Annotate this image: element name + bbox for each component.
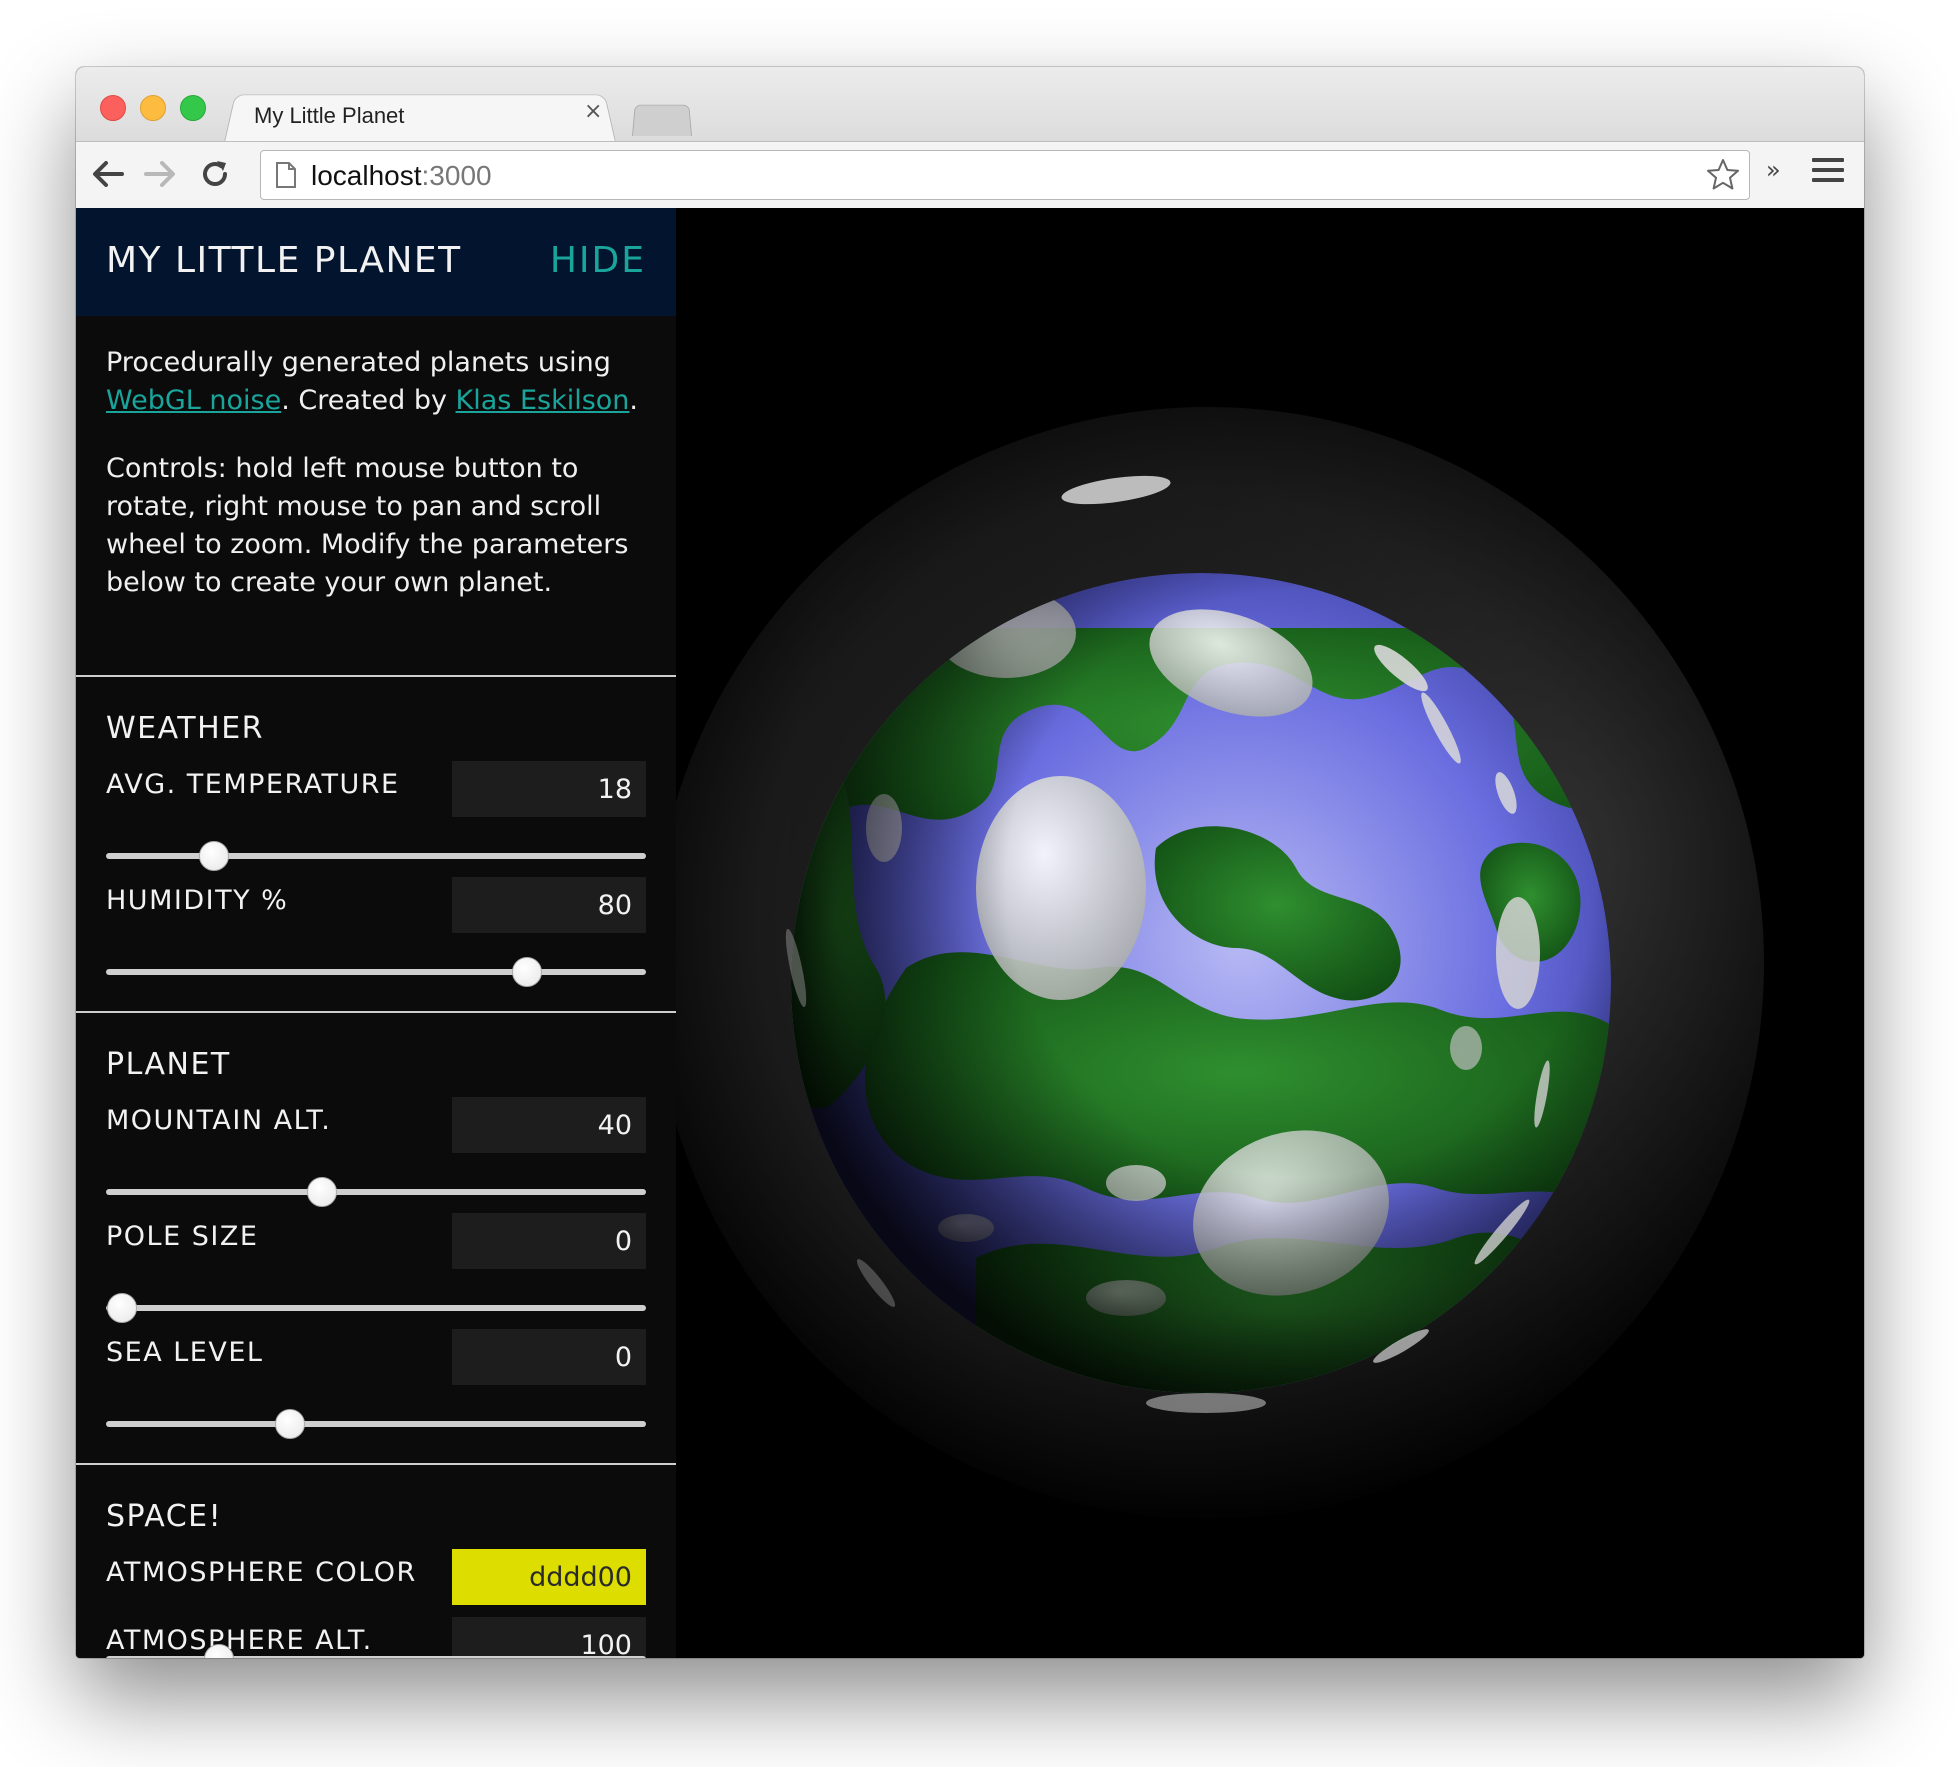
arrow-left-icon [93,161,124,187]
webgl-noise-link[interactable]: WebGL noise [106,385,281,416]
slider-thumb[interactable] [307,1177,337,1207]
intro-created-by: . Created by [281,385,456,416]
author-link[interactable]: Klas Eskilson [456,385,630,416]
slider-thumb[interactable] [107,1293,138,1323]
intro-end: . [629,385,639,416]
humidity-slider[interactable] [106,957,646,987]
address-bar[interactable]: localhost:3000 [260,150,1750,200]
sea-level-value[interactable]: 0 [452,1329,646,1385]
close-window-button[interactable] [100,95,126,121]
control-panel: MY LITTLE PLANET HIDE Procedurally gener… [76,208,676,1658]
reload-icon [203,161,227,186]
slider-thumb[interactable] [199,841,229,871]
url-text: localhost:3000 [311,160,492,192]
forward-button[interactable] [138,150,184,198]
new-tab-button[interactable] [632,104,692,136]
page-viewport: MY LITTLE PLANET HIDE Procedurally gener… [76,208,1864,1658]
page-icon [276,162,296,188]
extensions-chevron[interactable]: » [1766,156,1781,184]
pole-size-slider[interactable] [106,1293,646,1323]
bookmark-star-icon[interactable] [1705,157,1741,193]
divider [76,675,676,677]
pole-size-label: POLE SIZE [106,1221,259,1252]
mountain-alt-label: MOUNTAIN ALT. [106,1105,332,1136]
slider-thumb[interactable] [204,1644,235,1658]
slider-thumb[interactable] [274,1409,305,1439]
planet-render [652,407,1764,1519]
title-bar: My Little Planet × [76,67,1864,142]
tab-close-icon[interactable]: × [584,99,602,124]
atmosphere-alt-slider[interactable] [106,1644,646,1658]
intro-text: Procedurally generated planets using Web… [106,344,654,632]
back-button[interactable] [84,150,130,198]
pole-size-value[interactable]: 0 [452,1213,646,1269]
panel-title: MY LITTLE PLANET [106,240,462,281]
sea-level-slider[interactable] [106,1409,646,1439]
atmosphere-color-label: ATMOSPHERE COLOR [106,1557,417,1588]
url-host: localhost [311,160,422,191]
atmosphere-color-value[interactable]: dddd00 [452,1549,646,1605]
mountain-alt-value[interactable]: 40 [452,1097,646,1153]
tab-title: My Little Planet [254,103,405,128]
divider [76,1463,676,1465]
panel-header: MY LITTLE PLANET HIDE [76,208,676,316]
reload-button[interactable] [192,150,238,198]
section-title-space: SPACE! [106,1499,223,1534]
planet-canvas[interactable] [652,208,1864,1658]
controls-paragraph: Controls: hold left mouse button to rota… [106,453,629,598]
hide-button[interactable]: HIDE [550,240,646,281]
url-port: :3000 [421,160,492,191]
zoom-window-button[interactable] [180,95,206,121]
humidity-value[interactable]: 80 [452,877,646,933]
avg-temperature-value[interactable]: 18 [452,761,646,817]
sea-level-label: SEA LEVEL [106,1337,264,1368]
intro-line1: Procedurally generated planets using [106,347,611,378]
section-title-planet: PLANET [106,1047,231,1082]
browser-window: My Little Planet × localhost:3000 » MY L… [76,67,1864,1658]
browser-menu-icon[interactable] [1812,158,1844,188]
humidity-label: HUMIDITY % [106,885,289,916]
browser-toolbar: localhost:3000 » [76,141,1864,209]
avg-temperature-slider[interactable] [106,841,646,871]
arrow-right-icon [144,161,175,187]
slider-thumb[interactable] [512,957,543,987]
minimize-window-button[interactable] [140,95,166,121]
section-title-weather: WEATHER [106,711,264,746]
divider [76,1011,676,1013]
intro-paragraph: Procedurally generated planets using Web… [106,344,654,420]
mountain-alt-slider[interactable] [106,1177,646,1207]
avg-temperature-label: AVG. TEMPERATURE [106,769,400,800]
